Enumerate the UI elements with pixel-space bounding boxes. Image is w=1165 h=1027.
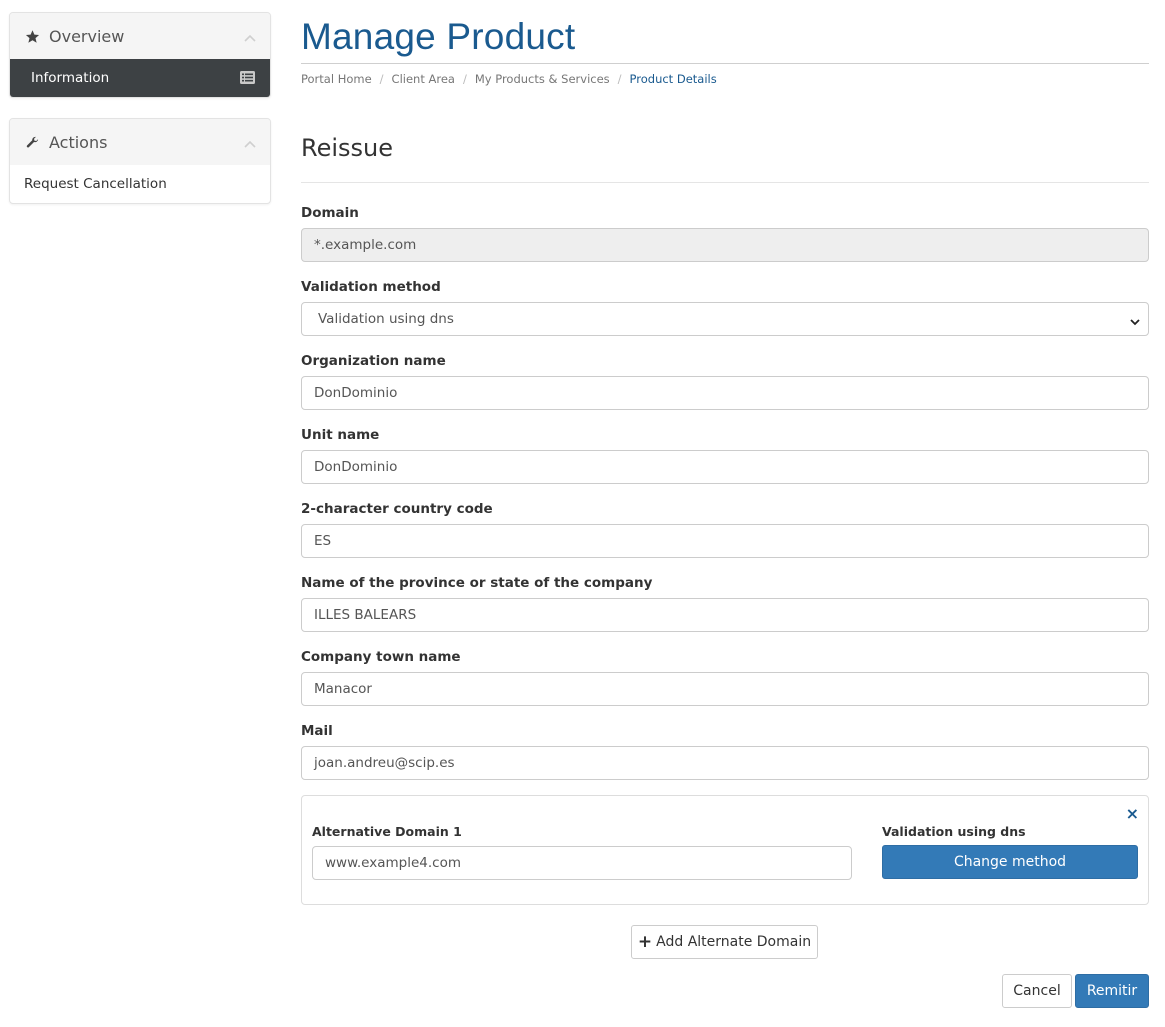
province-field[interactable]: ILLES BALEARS xyxy=(301,598,1149,632)
validation-method-value: Validation using dns xyxy=(318,311,454,327)
validation-method-label: Validation method xyxy=(301,279,441,295)
breadcrumb-separator: / xyxy=(379,72,384,86)
wrench-icon xyxy=(24,134,40,150)
overview-title: Overview xyxy=(49,26,125,46)
breadcrumb-separator: / xyxy=(462,72,467,86)
page-title: Manage Product xyxy=(301,16,576,57)
breadcrumb-client-area[interactable]: Client Area xyxy=(392,72,455,86)
section-divider xyxy=(301,182,1149,183)
add-alternate-domain-label: Add Alternate Domain xyxy=(656,934,812,950)
actions-panel-header[interactable]: Actions xyxy=(10,119,270,165)
add-alternate-domain-button[interactable]: + Add Alternate Domain xyxy=(631,925,818,959)
domain-label: Domain xyxy=(301,205,359,221)
country-code-label: 2-character country code xyxy=(301,501,493,517)
overview-panel-header[interactable]: Overview xyxy=(10,13,270,59)
title-divider xyxy=(301,63,1149,64)
chevron-up-icon[interactable] xyxy=(244,133,256,152)
breadcrumb-portal-home[interactable]: Portal Home xyxy=(301,72,372,86)
sidebar-item-label: Information xyxy=(31,70,110,86)
alternative-validation-label: Validation using dns xyxy=(882,824,1026,839)
validation-method-select[interactable]: Validation using dns xyxy=(301,302,1149,336)
plus-icon: + xyxy=(637,932,653,952)
town-field[interactable]: Manacor xyxy=(301,672,1149,706)
alternative-domain-box: × Alternative Domain 1 www.example4.com … xyxy=(301,795,1149,905)
mail-label: Mail xyxy=(301,723,333,739)
chevron-down-icon xyxy=(1130,314,1140,330)
sidebar-item-label: Request Cancellation xyxy=(24,176,167,192)
breadcrumb-my-products[interactable]: My Products & Services xyxy=(475,72,610,86)
town-label: Company town name xyxy=(301,649,461,665)
actions-title: Actions xyxy=(49,132,108,152)
alternative-domain-field[interactable]: www.example4.com xyxy=(312,846,852,880)
chevron-up-icon[interactable] xyxy=(244,27,256,46)
breadcrumb: Portal Home / Client Area / My Products … xyxy=(301,72,717,86)
change-method-button[interactable]: Change method xyxy=(882,845,1138,879)
unit-name-label: Unit name xyxy=(301,427,380,443)
mail-field[interactable]: joan.andreu@scip.es xyxy=(301,746,1149,780)
unit-name-field[interactable]: DonDominio xyxy=(301,450,1149,484)
alternative-domain-label: Alternative Domain 1 xyxy=(312,824,462,839)
breadcrumb-product-details: Product Details xyxy=(629,72,717,86)
breadcrumb-separator: / xyxy=(617,72,622,86)
star-icon xyxy=(24,28,40,44)
domain-field: *.example.com xyxy=(301,228,1149,262)
sidebar-item-request-cancellation[interactable]: Request Cancellation xyxy=(10,165,270,203)
province-label: Name of the province or state of the com… xyxy=(301,575,653,591)
actions-panel: Actions Request Cancellation xyxy=(9,118,271,204)
section-title: Reissue xyxy=(301,134,394,162)
list-icon xyxy=(240,71,255,88)
organization-name-label: Organization name xyxy=(301,353,446,369)
close-icon[interactable]: × xyxy=(1126,806,1139,822)
country-code-field[interactable]: ES xyxy=(301,524,1149,558)
overview-panel: Overview Information xyxy=(9,12,271,98)
sidebar-item-information[interactable]: Information xyxy=(10,59,270,97)
cancel-button[interactable]: Cancel xyxy=(1002,974,1072,1008)
submit-button[interactable]: Remitir xyxy=(1075,974,1149,1008)
organization-name-field[interactable]: DonDominio xyxy=(301,376,1149,410)
